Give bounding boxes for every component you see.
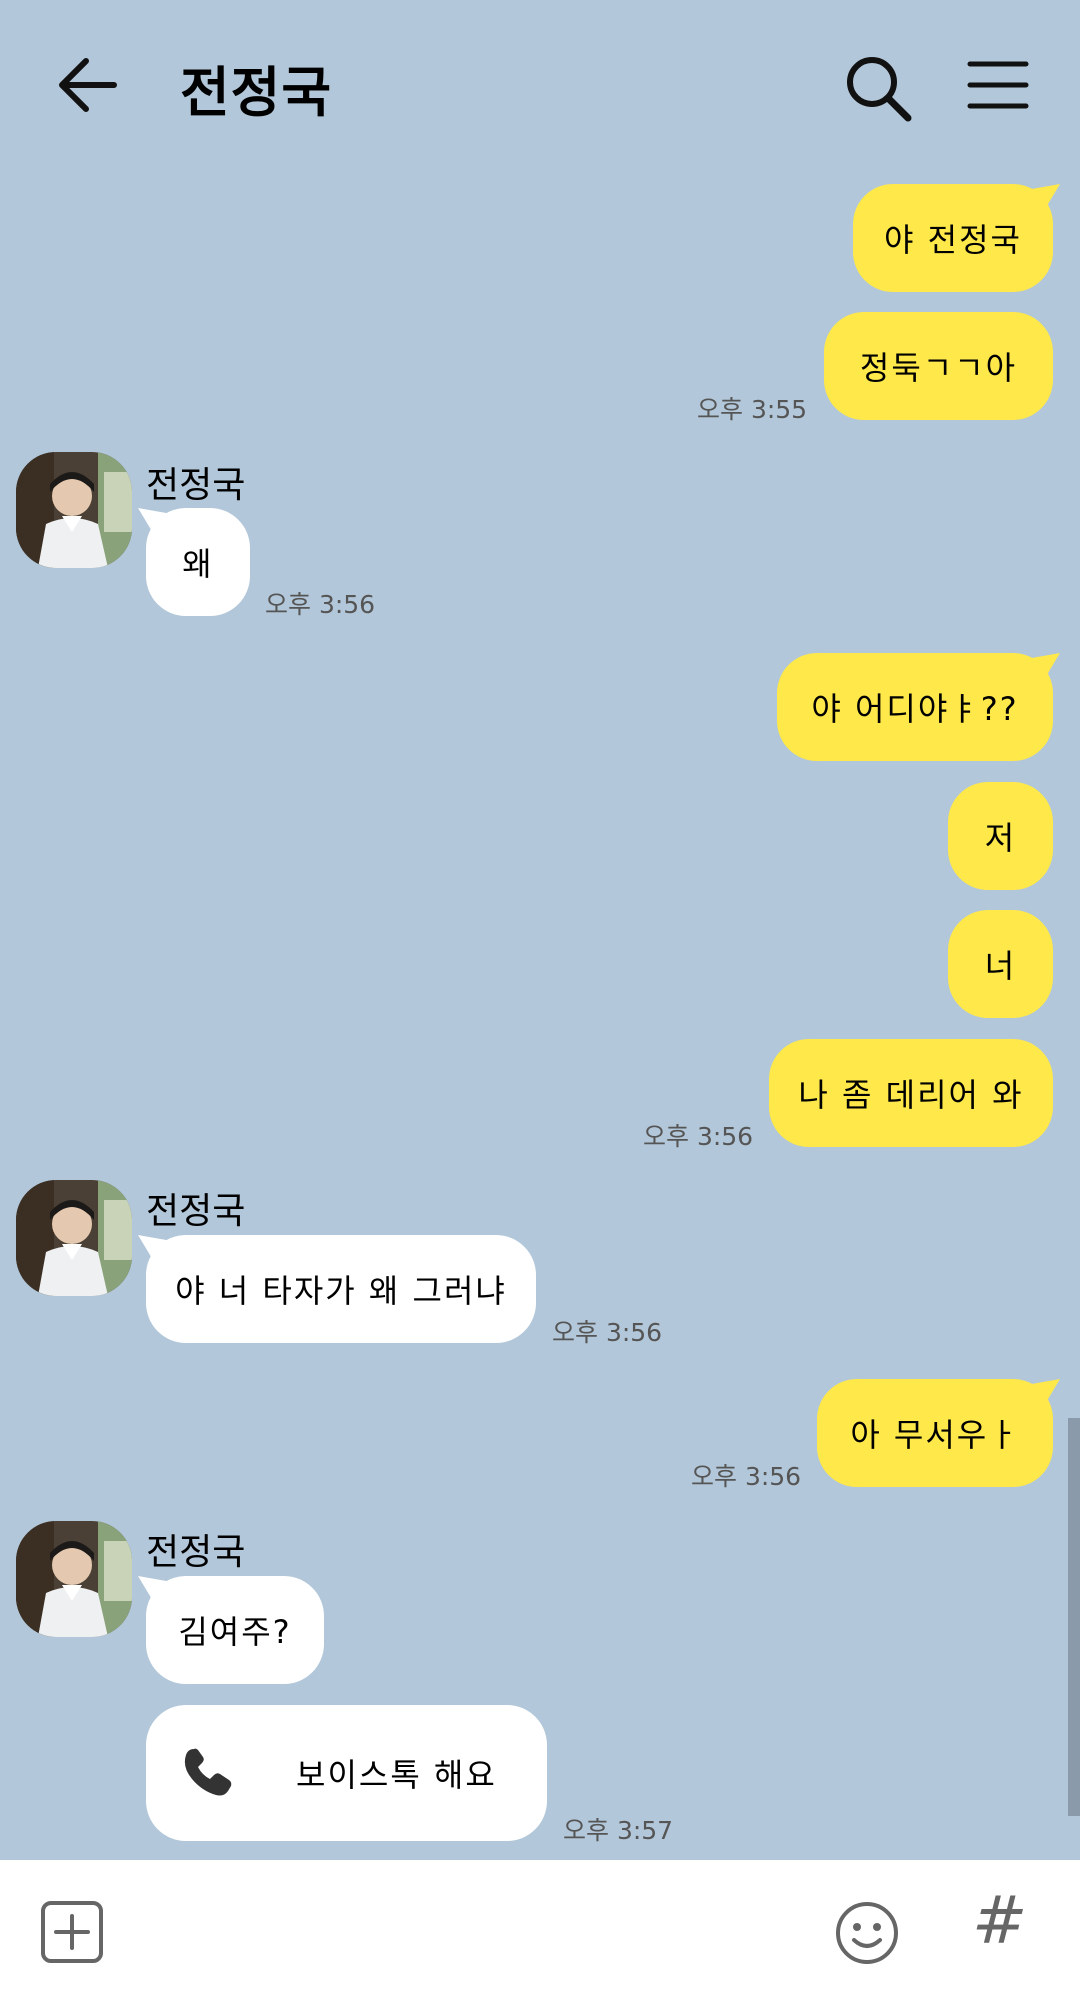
chat-header: 전정국	[0, 0, 1080, 170]
timestamp: 오후 3:56	[265, 590, 376, 619]
timestamp: 오후 3:55	[697, 395, 808, 424]
sender-name: 전정국	[146, 465, 246, 506]
hashtag-icon[interactable]: #	[972, 1888, 1027, 1954]
my-message-bubble[interactable]: 나 좀 데리어 와	[769, 1039, 1053, 1147]
my-message-bubble[interactable]: 야 어디야ㅑ??	[777, 653, 1053, 761]
timestamp: 오후 3:56	[643, 1122, 754, 1151]
avatar[interactable]	[16, 1180, 132, 1296]
chat-title: 전정국	[180, 61, 333, 124]
hamburger-menu-icon[interactable]	[960, 50, 1040, 130]
bubble-tail	[1026, 184, 1060, 214]
my-message-bubble[interactable]: 야 전정국	[853, 184, 1053, 292]
bubble-tail	[1026, 1379, 1060, 1409]
timestamp: 오후 3:56	[552, 1318, 663, 1347]
voice-talk-label: 보이스톡 해요	[296, 1756, 497, 1794]
arrow-left-icon[interactable]	[52, 50, 122, 120]
sender-name: 전정국	[146, 1191, 246, 1232]
their-message-bubble[interactable]: 야 너 타자가 왜 그러냐	[146, 1235, 536, 1343]
my-message-bubble[interactable]: 너	[948, 910, 1053, 1018]
message-input-bar[interactable]	[0, 1860, 1080, 2004]
message-text: 저	[984, 819, 1017, 857]
message-text: 야 전정국	[884, 221, 1022, 259]
message-text: 아 무서우ㅏ	[850, 1416, 1020, 1454]
avatar[interactable]	[16, 452, 132, 568]
voice-talk-bubble[interactable]: 보이스톡 해요	[146, 1705, 547, 1841]
phone-icon	[184, 1748, 232, 1796]
smiley-icon[interactable]	[834, 1900, 900, 1966]
my-message-bubble[interactable]: 정둑ㄱㄱ아	[824, 312, 1053, 420]
their-message-bubble[interactable]: 김여주?	[146, 1576, 324, 1684]
message-text: 나 좀 데리어 와	[798, 1076, 1024, 1114]
search-icon[interactable]	[840, 50, 920, 130]
message-text: 김여주?	[178, 1613, 292, 1651]
timestamp: 오후 3:57	[563, 1816, 674, 1845]
my-message-bubble[interactable]: 저	[948, 782, 1053, 890]
plus-square-icon[interactable]	[40, 1900, 104, 1964]
avatar[interactable]	[16, 1521, 132, 1637]
timestamp: 오후 3:56	[691, 1462, 802, 1491]
message-text: 정둑ㄱㄱ아	[859, 349, 1018, 387]
my-message-bubble[interactable]: 아 무서우ㅏ	[817, 1379, 1053, 1487]
message-text: 야 어디야ㅑ??	[811, 690, 1019, 728]
sender-name: 전정국	[146, 1532, 246, 1573]
scrollbar[interactable]	[1068, 1418, 1080, 1816]
message-text: 야 너 타자가 왜 그러냐	[175, 1272, 507, 1310]
their-message-bubble[interactable]: 왜	[146, 508, 250, 616]
bubble-tail	[1026, 653, 1060, 683]
message-text: 너	[984, 947, 1017, 985]
message-text: 왜	[182, 545, 214, 583]
